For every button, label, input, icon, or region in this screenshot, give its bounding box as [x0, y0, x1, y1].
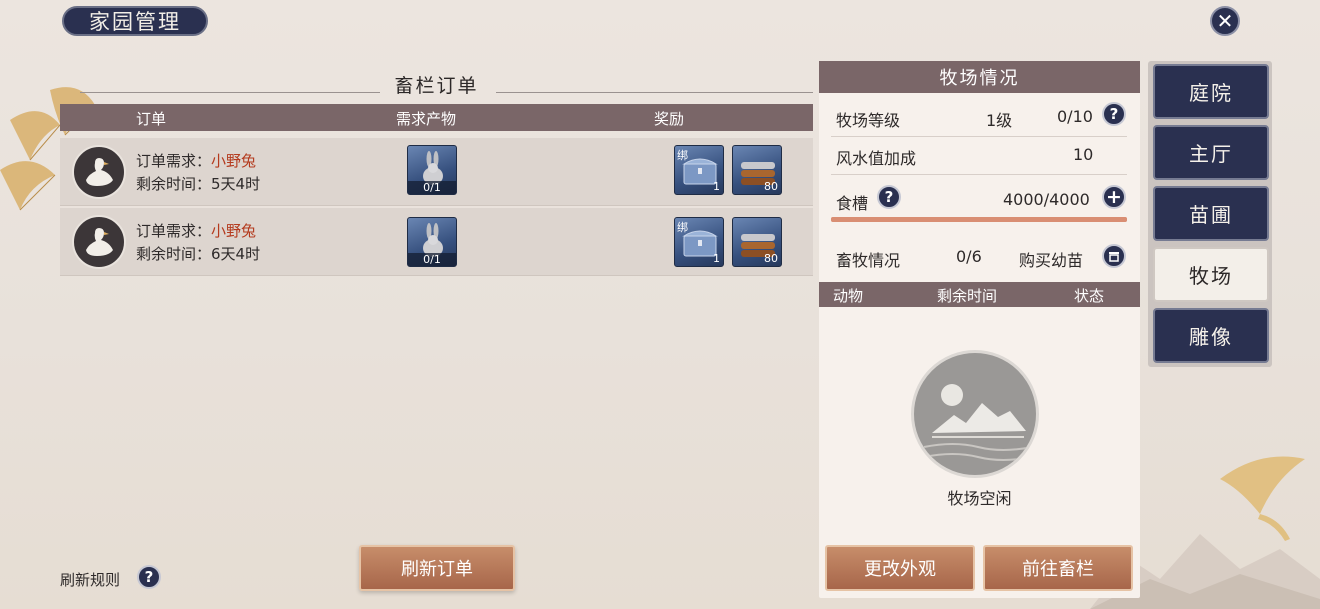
close-icon: ✕ [1216, 9, 1234, 33]
ranch-level-row: 牧场等级 1级 0/10 ? [831, 102, 1127, 137]
bind-badge: 绑 [677, 149, 688, 162]
ranch-level-progress: 0/10 [1057, 107, 1093, 126]
tab-nursery[interactable]: 苗圃 [1153, 186, 1269, 241]
order-row[interactable]: 订单需求：小野兔 剩余时间：5天4时 0/1 绑 1 80 [60, 138, 813, 206]
page-title: 家园管理 [62, 6, 208, 36]
demand-label: 订单需求： [136, 152, 212, 170]
column-demand: 需求产物 [396, 110, 457, 128]
reward-wood-count: 80 [764, 252, 778, 265]
tab-courtyard[interactable]: 庭院 [1153, 64, 1269, 119]
livestock-row: 畜牧情况 0/6 购买幼苗 [831, 244, 1127, 271]
help-icon[interactable]: ? [1102, 102, 1126, 126]
fengshui-label: 风水值加成 [836, 149, 917, 168]
reward-chest-slot[interactable]: 绑 1 [674, 217, 724, 267]
trough-label: 食槽 [836, 194, 869, 213]
tab-statue[interactable]: 雕像 [1153, 308, 1269, 363]
rabbit-product-slot[interactable]: 0/1 [407, 217, 457, 267]
time-value: 5天4时 [211, 175, 261, 193]
go-to-pen-button[interactable]: 前往畜栏 [983, 545, 1133, 591]
orders-section-title: 畜栏订单 [60, 70, 813, 98]
column-order: 订单 [136, 110, 167, 128]
fengshui-value: 10 [1073, 145, 1094, 164]
column-animal: 动物 [833, 287, 864, 305]
tab-main-hall[interactable]: 主厅 [1153, 125, 1269, 180]
reward-chest-count: 1 [713, 252, 720, 265]
reward-chest-slot[interactable]: 绑 1 [674, 145, 724, 195]
ranch-empty-text: 牧场空闲 [947, 489, 1012, 508]
column-remaining-time: 剩余时间 [937, 287, 998, 305]
help-icon[interactable]: ? [137, 565, 161, 589]
fengshui-row: 风水值加成 10 [831, 145, 1127, 175]
column-status: 状态 [1074, 287, 1105, 305]
livestock-label: 畜牧情况 [836, 251, 901, 270]
product-count: 0/1 [408, 253, 456, 266]
demand-label: 订单需求： [136, 222, 212, 240]
ranch-panel: 牧场情况 牧场等级 1级 0/10 ? 风水值加成 10 食槽 ? 4000/4… [819, 61, 1140, 598]
trough-value: 4000/4000 [1003, 190, 1090, 209]
time-label: 剩余时间： [136, 175, 212, 193]
reward-wood-count: 80 [764, 180, 778, 193]
change-appearance-button[interactable]: 更改外观 [825, 545, 975, 591]
rabbit-product-slot[interactable]: 0/1 [407, 145, 457, 195]
time-value: 6天4时 [211, 245, 261, 263]
reward-chest-count: 1 [713, 180, 720, 193]
trough-progress-bar [831, 217, 1127, 222]
buy-seedling-label: 购买幼苗 [1019, 251, 1084, 270]
refresh-orders-button[interactable]: 刷新订单 [359, 545, 515, 591]
add-food-icon[interactable]: + [1102, 185, 1126, 209]
reward-wood-slot[interactable]: 80 [732, 145, 782, 195]
order-row[interactable]: 订单需求：小野兔 剩余时间：6天4时 0/1 绑 1 80 [60, 208, 813, 276]
ranch-title: 牧场情况 [819, 61, 1140, 93]
ranch-level-label: 牧场等级 [836, 111, 901, 130]
close-button[interactable]: ✕ [1210, 6, 1240, 36]
time-label: 剩余时间： [136, 245, 212, 263]
livestock-value: 0/6 [956, 247, 982, 266]
reward-wood-slot[interactable]: 80 [732, 217, 782, 267]
trough-row: 食槽 ? 4000/4000 + [831, 185, 1127, 213]
orders-title-text: 畜栏订单 [394, 74, 479, 97]
bind-badge: 绑 [677, 221, 688, 234]
help-icon[interactable]: ? [877, 185, 901, 209]
column-reward: 奖励 [654, 110, 685, 128]
product-count: 0/1 [408, 181, 456, 194]
refresh-rules-label: 刷新规则 [60, 571, 121, 589]
ranch-level-value: 1级 [986, 111, 1013, 130]
orders-table-header: 订单 需求产物 奖励 [60, 104, 813, 131]
tab-ranch[interactable]: 牧场 [1153, 247, 1269, 302]
goose-avatar-icon [72, 215, 126, 269]
trough-progress-fill [831, 217, 1127, 222]
shop-icon[interactable] [1102, 244, 1126, 268]
demand-item: 小野兔 [211, 152, 257, 170]
goose-avatar-icon [72, 145, 126, 199]
empty-ranch-illustration [911, 350, 1039, 478]
demand-item: 小野兔 [211, 222, 257, 240]
animals-table-header: 动物 剩余时间 状态 [819, 282, 1140, 307]
